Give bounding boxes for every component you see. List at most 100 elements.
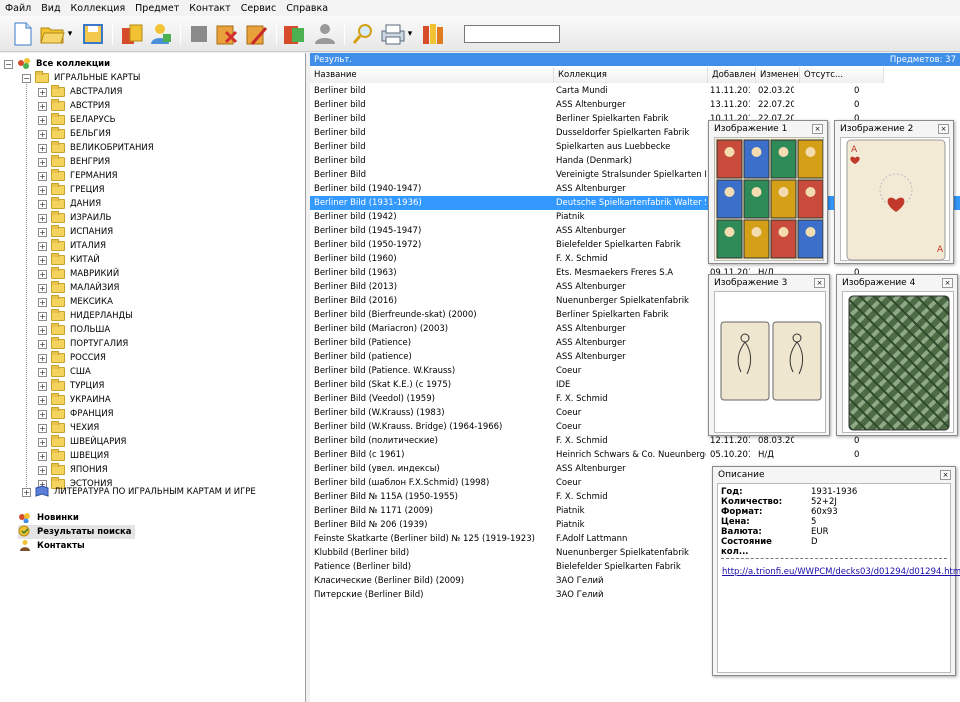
- expand-icon[interactable]: +: [38, 297, 47, 307]
- tree-node-playing-cards[interactable]: − ИГРАЛЬНЫЕ КАРТЫ: [22, 71, 140, 85]
- expand-icon[interactable]: +: [38, 367, 47, 377]
- expand-icon[interactable]: +: [38, 157, 47, 167]
- expand-icon[interactable]: +: [38, 87, 47, 97]
- column-header-modified[interactable]: Изменен: [756, 67, 800, 83]
- tree-node-country[interactable]: + США: [38, 365, 91, 379]
- tree-node-country[interactable]: + РОССИЯ: [38, 351, 106, 365]
- table-row[interactable]: Berliner Bild (с 1961) Heinrich Schwars &…: [310, 448, 960, 462]
- item-icon[interactable]: [186, 21, 212, 47]
- expand-icon[interactable]: +: [38, 255, 47, 265]
- tree-node-country[interactable]: + МАЛАЙЗИЯ: [38, 281, 119, 295]
- save-icon[interactable]: [80, 21, 106, 47]
- tree-node-country[interactable]: + ШВЕЙЦАРИЯ: [38, 435, 126, 449]
- tree-node-all-collections[interactable]: − Все коллекции: [4, 57, 110, 71]
- expand-icon[interactable]: +: [38, 269, 47, 279]
- new-icon[interactable]: [10, 21, 36, 47]
- tree-node-country[interactable]: + БЕЛЬГИЯ: [38, 127, 111, 141]
- expand-icon[interactable]: +: [38, 353, 47, 363]
- menu-contact[interactable]: Контакт: [184, 3, 235, 14]
- tree-node-country[interactable]: + ГРЕЦИЯ: [38, 183, 105, 197]
- tree-node-country[interactable]: + ПОЛЬША: [38, 323, 110, 337]
- expand-icon[interactable]: +: [38, 437, 47, 447]
- table-row[interactable]: Berliner bild Carta Mundi 11.11.2015 02.03.…: [310, 84, 960, 98]
- expand-icon[interactable]: +: [38, 115, 47, 125]
- dropdown-arrow-icon[interactable]: ▾: [64, 21, 76, 47]
- menu-view[interactable]: Вид: [36, 3, 65, 14]
- tree-node-country[interactable]: + ЯПОНИЯ: [38, 463, 108, 477]
- close-icon[interactable]: ×: [940, 470, 951, 480]
- move-item-icon[interactable]: [282, 21, 308, 47]
- image-window-3[interactable]: Изображение 3 ×: [708, 274, 830, 436]
- add-contact-icon[interactable]: [148, 21, 174, 47]
- books-icon[interactable]: [420, 21, 446, 47]
- expand-icon[interactable]: +: [38, 339, 47, 349]
- search-input[interactable]: [464, 25, 560, 43]
- source-link[interactable]: http://a.trionfi.eu/WWPCM/decks03/d01294…: [722, 567, 960, 577]
- column-header-name[interactable]: Название: [310, 67, 554, 83]
- edit-item-icon[interactable]: [244, 21, 270, 47]
- tree-node-country[interactable]: + АВСТРАЛИЯ: [38, 85, 122, 99]
- dropdown-arrow-icon[interactable]: ▾: [404, 21, 416, 47]
- tree-node-country[interactable]: + АВСТРИЯ: [38, 99, 110, 113]
- tree-node-country[interactable]: + ИЗРАИЛЬ: [38, 211, 111, 225]
- print-icon[interactable]: [380, 21, 406, 47]
- menu-help[interactable]: Справка: [281, 3, 333, 14]
- tree-node-country[interactable]: + КИТАЙ: [38, 253, 100, 267]
- tree-node-country[interactable]: + МЕКСИКА: [38, 295, 113, 309]
- column-header-added[interactable]: Добавлен: [708, 67, 756, 83]
- tree-node-country[interactable]: + ПОРТУГАЛИЯ: [38, 337, 128, 351]
- tree-node-country[interactable]: + МАВРИКИЙ: [38, 267, 119, 281]
- expand-icon[interactable]: +: [38, 465, 47, 475]
- tree-node-country[interactable]: + НИДЕРЛАНДЫ: [38, 309, 133, 323]
- close-icon[interactable]: ×: [814, 278, 825, 288]
- menu-service[interactable]: Сервис: [236, 3, 282, 14]
- column-header-collection[interactable]: Коллекция: [554, 67, 708, 83]
- tree-node-country[interactable]: + ВЕЛИКОБРИТАНИЯ: [38, 141, 154, 155]
- tree-node-country[interactable]: + ДАНИЯ: [38, 197, 101, 211]
- delete-item-icon[interactable]: [214, 21, 240, 47]
- expand-icon[interactable]: +: [38, 199, 47, 209]
- tree-node-country[interactable]: + ЧЕХИЯ: [38, 421, 99, 435]
- tree-node-country[interactable]: + ТУРЦИЯ: [38, 379, 104, 393]
- expand-icon[interactable]: +: [38, 423, 47, 433]
- description-window[interactable]: Описание × Год: 1931-1936 Количество: 52+2J…: [712, 466, 960, 676]
- image-window-2[interactable]: Изображение 2 × A A: [834, 120, 954, 264]
- expand-icon[interactable]: +: [38, 325, 47, 335]
- tree-node-country[interactable]: + УКРАИНА: [38, 393, 111, 407]
- close-icon[interactable]: ×: [812, 124, 823, 134]
- search-icon[interactable]: [350, 21, 376, 47]
- close-icon[interactable]: ×: [938, 124, 949, 134]
- open-folder-icon[interactable]: [40, 21, 66, 47]
- expand-icon[interactable]: +: [38, 283, 47, 293]
- tree-node-news[interactable]: Новинки: [18, 511, 79, 525]
- expand-icon[interactable]: +: [38, 185, 47, 195]
- image-window-4[interactable]: Изображение 4 ×: [836, 274, 958, 436]
- tree-node-literature[interactable]: + ЛИТЕРАТУРА ПО ИГРАЛЬНЫМ КАРТАМ И ИГРЕ: [22, 484, 256, 499]
- add-collection-icon[interactable]: [120, 21, 146, 47]
- image-window-1[interactable]: Изображение 1 ×: [708, 120, 828, 264]
- expand-icon[interactable]: +: [38, 101, 47, 111]
- expand-icon[interactable]: +: [38, 129, 47, 139]
- close-icon[interactable]: ×: [942, 278, 953, 288]
- expand-icon[interactable]: +: [38, 213, 47, 223]
- expand-icon[interactable]: +: [38, 311, 47, 321]
- tree-node-country[interactable]: + ИСПАНИЯ: [38, 225, 113, 239]
- tree-node-country[interactable]: + ГЕРМАНИЯ: [38, 169, 118, 183]
- menu-item[interactable]: Предмет: [130, 3, 184, 14]
- tree-node-contacts[interactable]: Контакты: [18, 539, 85, 553]
- column-header-absent[interactable]: Отсутс...: [800, 67, 884, 83]
- tree-node-search-results[interactable]: Результаты поиска: [18, 525, 135, 539]
- tree-node-country[interactable]: + ШВЕЦИЯ: [38, 449, 109, 463]
- table-row[interactable]: Berliner bild (политические) F. X. Schmid…: [310, 434, 960, 448]
- expand-icon[interactable]: +: [38, 241, 47, 251]
- expand-icon[interactable]: +: [38, 381, 47, 391]
- collapse-icon[interactable]: −: [22, 73, 31, 83]
- expand-icon[interactable]: +: [38, 171, 47, 181]
- tree-node-country[interactable]: + ФРАНЦИЯ: [38, 407, 114, 421]
- expand-icon[interactable]: +: [38, 395, 47, 405]
- table-row[interactable]: Berliner bild ASS Altenburger 13.11.2015 22…: [310, 98, 960, 112]
- tree-node-country[interactable]: + ИТАЛИЯ: [38, 239, 106, 253]
- contact-icon[interactable]: [312, 21, 338, 47]
- expand-icon[interactable]: +: [38, 143, 47, 153]
- expand-icon[interactable]: +: [22, 487, 31, 497]
